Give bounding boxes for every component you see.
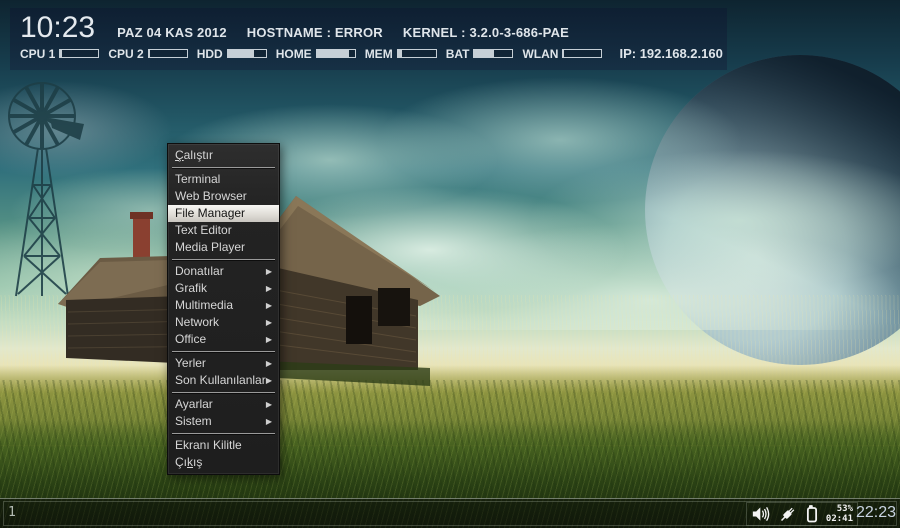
meter-bar bbox=[147, 49, 188, 58]
menu-item-media-player[interactable]: Media Player bbox=[168, 239, 279, 256]
menu-item-label: Web Browser bbox=[175, 189, 247, 203]
meter-wlan: WLAN bbox=[522, 46, 603, 61]
menu-item-label: Ekranı Kilitle bbox=[175, 438, 242, 452]
menu-item-network[interactable]: Network ▶ bbox=[168, 314, 279, 331]
menu-item-office[interactable]: Office ▶ bbox=[168, 331, 279, 348]
meter-label: WLAN bbox=[522, 46, 559, 61]
meter-bar bbox=[315, 49, 356, 58]
menu-item-ayarlar[interactable]: Ayarlar ▶ bbox=[168, 396, 279, 413]
volume-icon[interactable] bbox=[751, 504, 773, 524]
desktop: 10:23 PAZ 04 KAS 2012 HOSTNAME : ERROR K… bbox=[0, 0, 900, 528]
meter-label: HDD bbox=[196, 46, 223, 61]
menu-item-calistir[interactable]: Çalıştır bbox=[168, 147, 279, 164]
menu-item-sistem[interactable]: Sistem ▶ bbox=[168, 413, 279, 430]
panel-hostname: HOSTNAME : ERROR bbox=[246, 25, 383, 40]
menu-separator bbox=[172, 167, 275, 168]
menu-item-text-editor[interactable]: Text Editor bbox=[168, 222, 279, 239]
menu-item-label: Terminal bbox=[175, 172, 221, 186]
chevron-right-icon: ▶ bbox=[265, 335, 272, 344]
panel-date: PAZ 04 KAS 2012 bbox=[117, 25, 227, 40]
chevron-right-icon: ▶ bbox=[265, 318, 272, 327]
menu-item-cikis[interactable]: Çıkış bbox=[168, 454, 279, 471]
chevron-right-icon: ▶ bbox=[265, 400, 272, 409]
menu-item-file-manager[interactable]: File Manager bbox=[168, 205, 279, 222]
menu-separator bbox=[172, 392, 275, 393]
battery-status: 53% 02:41 bbox=[826, 504, 853, 524]
battery-icon[interactable] bbox=[803, 503, 821, 525]
menu-item-label: Yerler bbox=[175, 356, 206, 370]
menu-item-label: Media Player bbox=[175, 240, 246, 254]
meter-label: CPU 2 bbox=[108, 46, 144, 61]
menu-item-label: Grafik bbox=[175, 281, 208, 295]
meter-bat: BAT bbox=[446, 47, 514, 61]
root-menu: Çalıştır Terminal Web Browser File Manager T… bbox=[167, 143, 280, 475]
workspace-indicator[interactable]: 1 bbox=[8, 505, 16, 520]
menu-separator bbox=[172, 259, 275, 260]
meter-bar bbox=[226, 49, 267, 58]
menu-item-web-browser[interactable]: Web Browser bbox=[168, 188, 279, 205]
meter-label: BAT bbox=[445, 46, 470, 61]
meter-label: CPU 1 bbox=[20, 46, 56, 61]
chevron-right-icon: ▶ bbox=[265, 376, 272, 385]
battery-time: 02:41 bbox=[825, 514, 853, 524]
menu-item-son-kullanilanlar[interactable]: Son Kullanılanlar ▶ bbox=[168, 372, 279, 389]
meter-mem: MEM bbox=[365, 47, 437, 61]
meter-bar bbox=[473, 49, 514, 58]
menu-item-label: Donatılar bbox=[175, 264, 224, 278]
menu-item-label: Çıkış bbox=[175, 455, 203, 469]
menu-item-label: Multimedia bbox=[175, 298, 234, 312]
menu-item-grafik[interactable]: Grafik ▶ bbox=[168, 280, 279, 297]
menu-separator bbox=[172, 351, 275, 352]
menu-item-label: Network bbox=[175, 315, 220, 329]
vignette bbox=[0, 0, 900, 528]
menu-item-label: Office bbox=[175, 332, 207, 346]
meter-label: MEM bbox=[364, 46, 393, 61]
menu-item-label: Sistem bbox=[175, 414, 212, 428]
power-plug-icon[interactable] bbox=[778, 504, 798, 524]
menu-item-yerler[interactable]: Yerler ▶ bbox=[168, 355, 279, 372]
menu-item-label: File Manager bbox=[175, 206, 246, 220]
chevron-right-icon: ▶ bbox=[265, 301, 272, 310]
conky-panel: 10:23 PAZ 04 KAS 2012 HOSTNAME : ERROR K… bbox=[10, 8, 727, 70]
menu-separator bbox=[172, 433, 275, 434]
chevron-right-icon: ▶ bbox=[265, 284, 272, 293]
meter-home: HOME bbox=[276, 47, 356, 61]
chevron-right-icon: ▶ bbox=[265, 359, 272, 368]
battery-percent: 53% bbox=[836, 504, 853, 514]
meters-row: CPU 1 CPU 2 HDD HOME MEM BAT WLAN IP: 192.168.2… bbox=[20, 46, 723, 61]
meter-hdd: HDD bbox=[197, 47, 267, 61]
menu-item-label: Ayarlar bbox=[175, 397, 213, 411]
meter-bar bbox=[396, 49, 437, 58]
menu-item-multimedia[interactable]: Multimedia ▶ bbox=[168, 297, 279, 314]
meter-label: HOME bbox=[275, 46, 312, 61]
taskbar: 1 53% 02:41 22:23 bbox=[0, 498, 900, 528]
menu-item-label: Çalıştır bbox=[175, 148, 214, 162]
menu-item-ekrani-kilitle[interactable]: Ekranı Kilitle bbox=[168, 437, 279, 454]
menu-item-label: Son Kullanılanlar bbox=[175, 373, 266, 387]
menu-item-label: Text Editor bbox=[175, 223, 232, 237]
taskbar-clock: 22:23 bbox=[855, 504, 896, 521]
chevron-right-icon: ▶ bbox=[265, 267, 272, 276]
meter-cpu-2: CPU 2 bbox=[108, 46, 188, 61]
system-tray: 53% 02:41 bbox=[745, 502, 858, 526]
meter-bar bbox=[59, 49, 100, 58]
menu-item-donatilar[interactable]: Donatılar ▶ bbox=[168, 263, 279, 280]
panel-clock: 10:23 bbox=[20, 11, 96, 44]
panel-kernel: KERNEL : 3.2.0-3-686-PAE bbox=[402, 25, 570, 40]
meter-cpu-1: CPU 1 bbox=[20, 46, 100, 61]
chevron-right-icon: ▶ bbox=[265, 417, 272, 426]
menu-item-terminal[interactable]: Terminal bbox=[168, 171, 279, 188]
panel-ip: IP: 192.168.2.160 bbox=[619, 46, 723, 61]
meter-bar bbox=[562, 49, 603, 58]
